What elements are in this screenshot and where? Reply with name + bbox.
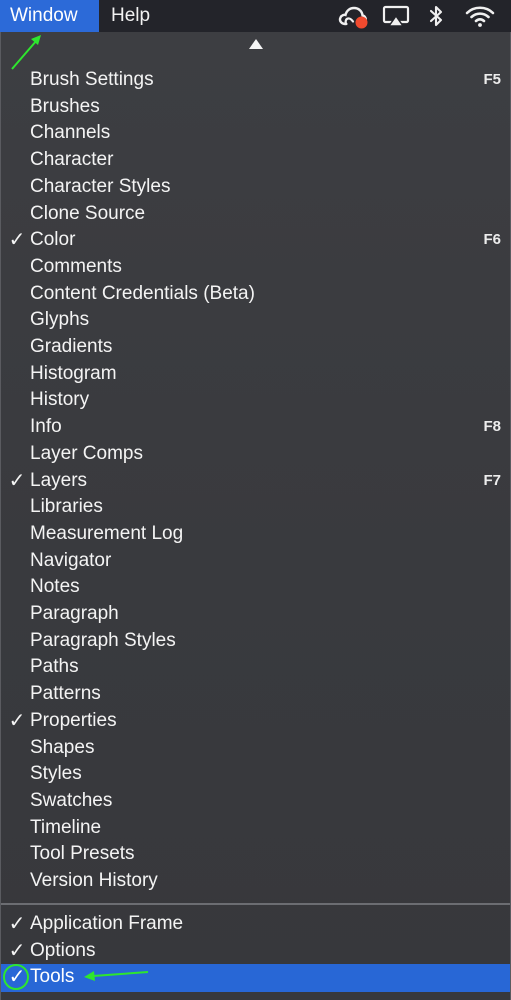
menu-item[interactable]: Patterns: [1, 681, 510, 707]
menu-item[interactable]: Layer Comps: [1, 441, 510, 467]
menu-item[interactable]: Styles: [1, 761, 510, 787]
menu-item[interactable]: Gradients: [1, 334, 510, 360]
menu-item[interactable]: Info F8: [1, 414, 510, 440]
menu-item-label: Libraries: [30, 496, 103, 518]
menu-item[interactable]: Character: [1, 147, 510, 173]
menu-item-label: Tools: [30, 966, 75, 988]
checkmark-icon: ✓: [8, 939, 26, 962]
menu-item[interactable]: Brush Settings F5: [1, 67, 510, 93]
menu-item[interactable]: ✓ Layers F7: [1, 468, 510, 494]
menu-item-label: History: [30, 389, 90, 411]
menu-item[interactable]: Channels: [1, 120, 510, 146]
menu-item-shortcut: F5: [483, 71, 501, 88]
screen: Window Help Brush Settings F5 Brushes Chann…: [0, 0, 511, 1000]
menu-item[interactable]: Paragraph Styles: [1, 628, 510, 654]
menu-item[interactable]: Navigator: [1, 548, 510, 574]
menu-item[interactable]: Tool Presets: [1, 841, 510, 867]
menu-item-shortcut: F6: [483, 231, 501, 249]
checkmark-icon: ✓: [8, 966, 26, 989]
menu-item-label: Measurement Log: [30, 522, 184, 544]
checkmark-icon: ✓: [8, 229, 26, 252]
menu-separator: [1, 903, 510, 905]
menu-item-label: Version History: [30, 870, 158, 891]
menu-item[interactable]: Comments: [1, 254, 510, 280]
menu-item[interactable]: Libraries: [1, 494, 510, 520]
creative-cloud-icon[interactable]: [337, 3, 369, 29]
menu-item-label: Color: [30, 229, 76, 251]
menu-item-label: Shapes: [30, 736, 95, 758]
menu-item-label: Brush Settings: [30, 69, 154, 90]
scroll-up-arrow-icon[interactable]: [249, 39, 263, 49]
menu-item-label: Content Credentials (Beta): [30, 282, 255, 304]
menu-item-label: Timeline: [30, 816, 102, 838]
menu-bar: Window Help: [0, 0, 511, 32]
menu-item-label: Gradients: [30, 336, 113, 357]
checkmark-icon: ✓: [8, 709, 26, 732]
menu-item-label: Styles: [30, 763, 82, 785]
menu-item-label: Tool Presets: [30, 843, 135, 865]
menubar-help[interactable]: Help: [101, 0, 160, 32]
menu-item[interactable]: Timeline: [1, 815, 510, 841]
menu-item[interactable]: ✓ Properties: [1, 708, 510, 734]
menu-item-label: Histogram: [30, 362, 117, 384]
menu-item-label: Properties: [30, 709, 117, 731]
window-menu: Brush Settings F5 Brushes Channels Character…: [0, 32, 511, 1000]
menu-item[interactable]: Clone Source: [1, 201, 510, 227]
menubar-window[interactable]: Window: [0, 0, 99, 32]
menu-item-label: Options: [30, 939, 96, 961]
menu-item-label: Character Styles: [30, 175, 171, 197]
menu-item-label: Notes: [30, 576, 80, 598]
menu-item-label: Paths: [30, 656, 79, 678]
menu-item[interactable]: ✓ Application Frame: [1, 911, 510, 937]
menu-item-label: Patterns: [30, 683, 101, 705]
menu-item[interactable]: Glyphs: [1, 307, 510, 333]
menu-item[interactable]: Character Styles: [1, 174, 510, 200]
menu-item[interactable]: Histogram: [1, 361, 510, 387]
airplay-icon[interactable]: [381, 3, 411, 29]
menu-item[interactable]: ✓ Options: [1, 938, 510, 964]
menu-item[interactable]: Version History: [1, 868, 510, 894]
menu-item-label: Swatches: [30, 789, 113, 811]
wifi-icon[interactable]: [464, 3, 496, 29]
menu-item-label: Channels: [30, 122, 111, 144]
menu-item[interactable]: Brushes: [1, 94, 510, 120]
menu-item-label: Comments: [30, 255, 122, 277]
menu-item-label: Layer Comps: [30, 442, 143, 464]
menu-item-label: Glyphs: [30, 309, 90, 331]
menu-item-label: Paragraph: [30, 603, 119, 624]
menu-item[interactable]: Measurement Log: [1, 521, 510, 547]
menu-item[interactable]: Swatches: [1, 788, 510, 814]
menu-item[interactable]: ✓ Tools: [1, 964, 510, 993]
menu-item-label: Application Frame: [30, 913, 184, 934]
menu-item-label: Navigator: [30, 549, 112, 571]
menu-item[interactable]: Paragraph: [1, 601, 510, 627]
menu-item[interactable]: ✓ Color F6: [1, 227, 510, 253]
menu-item-label: Clone Source: [30, 202, 146, 224]
menu-item-label: Character: [30, 149, 114, 171]
menu-item-label: Info: [30, 416, 62, 438]
bluetooth-icon[interactable]: [426, 3, 446, 29]
menu-item[interactable]: Shapes: [1, 735, 510, 761]
menu-item[interactable]: Paths: [1, 654, 510, 680]
menu-item[interactable]: Content Credentials (Beta): [1, 281, 510, 307]
menu-item[interactable]: History: [1, 387, 510, 413]
checkmark-icon: ✓: [8, 469, 26, 492]
menu-item-shortcut: F8: [483, 418, 501, 436]
menu-item-label: Layers: [30, 469, 88, 491]
menu-item-shortcut: F7: [483, 471, 501, 489]
menu-item-label: Brushes: [30, 95, 100, 117]
menu-item-label: Paragraph Styles: [30, 629, 176, 651]
menu-item[interactable]: Notes: [1, 574, 510, 600]
checkmark-icon: ✓: [8, 913, 26, 935]
